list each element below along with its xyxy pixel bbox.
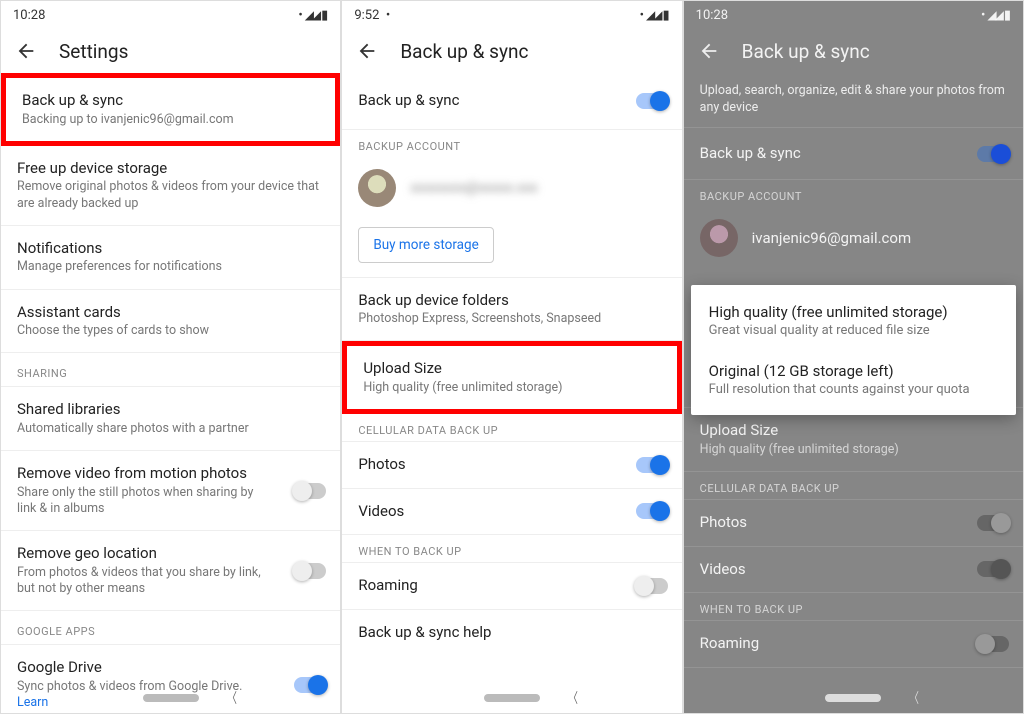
settings-item-assistant-cards[interactable]: Assistant cards Choose the types of card… [1, 290, 340, 354]
toggle-cellular-photos[interactable] [636, 457, 668, 473]
toggle-motion-photos[interactable] [294, 483, 326, 499]
battery-icon: ▮ [321, 8, 328, 23]
row-roaming[interactable]: Roaming [342, 562, 681, 610]
status-bar: 10:28 • ◢◢ ▮ [684, 1, 1023, 29]
android-navbar: 〈 [342, 683, 681, 713]
option-high-quality[interactable]: High quality (free unlimited storage) [691, 291, 1016, 323]
account-email-blurred: xxxxxxxx@xxxxx.xxx [410, 180, 537, 196]
intro-text: Upload, search, organize, edit & share y… [684, 73, 1023, 128]
battery-icon: ▮ [1004, 8, 1011, 23]
row-device-folders[interactable]: Back up device folders Photoshop Express… [342, 277, 681, 342]
android-navbar: 〈 [1, 683, 340, 713]
buy-more-storage-button[interactable]: Buy more storage [358, 227, 493, 263]
row-cellular-photos[interactable]: Photos [342, 441, 681, 489]
page-title: Back up & sync [400, 40, 528, 63]
signal-icon: ◢◢ [646, 8, 660, 22]
settings-item-free-up-storage[interactable]: Free up device storage Remove original p… [1, 146, 340, 226]
row-cellular-videos: Videos [684, 547, 1023, 594]
back-arrow-icon[interactable] [698, 40, 720, 62]
toggle-cellular-photos [977, 515, 1009, 531]
section-cellular: CELLULAR DATA BACK UP [684, 472, 1023, 499]
back-arrow-icon[interactable] [356, 40, 378, 62]
nav-back-icon[interactable]: 〈 [568, 688, 578, 708]
settings-item-notifications[interactable]: Notifications Manage preferences for not… [1, 226, 340, 290]
status-bar: 9:52 • • ◢◢ ▮ [342, 1, 681, 29]
page-title: Back up & sync [742, 40, 870, 63]
section-backup-account: BACKUP ACCOUNT [342, 130, 681, 157]
toggle-backup-sync [977, 146, 1009, 162]
screen-upload-size-dialog: 10:28 • ◢◢ ▮ Back up & sync Upload, sear… [683, 0, 1024, 714]
nav-back-icon[interactable]: 〈 [227, 688, 237, 708]
nav-home-pill[interactable] [484, 694, 540, 702]
row-account: ivanjenic96@gmail.com [684, 207, 1023, 269]
header: Back up & sync [684, 29, 1023, 73]
header: Back up & sync [342, 29, 681, 73]
header: Settings [1, 29, 340, 73]
toggle-geo-location[interactable] [294, 563, 326, 579]
android-navbar: 〈 [684, 683, 1023, 713]
row-cellular-photos: Photos [684, 499, 1023, 547]
row-account[interactable]: xxxxxxxx@xxxxx.xxx [342, 157, 681, 219]
nav-home-pill[interactable] [825, 694, 881, 702]
section-google-apps: GOOGLE APPS [1, 611, 340, 644]
back-arrow-icon[interactable] [15, 40, 37, 62]
status-bar: 10:28 • ◢◢ ▮ [1, 1, 340, 29]
screen-backup-sync: 9:52 • • ◢◢ ▮ Back up & sync Back up & s… [341, 0, 682, 714]
status-time: 9:52 [354, 8, 379, 23]
section-cellular: CELLULAR DATA BACK UP [342, 414, 681, 441]
option-original[interactable]: Original (12 GB storage left) [691, 350, 1016, 382]
row-backup-sync-toggle: Back up & sync [684, 128, 1023, 181]
avatar-icon [358, 169, 396, 207]
row-backup-sync-toggle[interactable]: Back up & sync [342, 73, 681, 130]
toggle-backup-sync[interactable] [636, 93, 668, 109]
row-backup-help[interactable]: Back up & sync help [342, 610, 681, 656]
section-when-backup: WHEN TO BACK UP [684, 593, 1023, 620]
nav-home-pill[interactable] [143, 694, 199, 702]
toggle-roaming[interactable] [636, 578, 668, 594]
section-backup-account: BACKUP ACCOUNT [684, 180, 1023, 207]
row-upload-size[interactable]: Upload Size High quality (free unlimited… [342, 341, 681, 414]
section-sharing: SHARING [1, 353, 340, 386]
nav-back-icon[interactable]: 〈 [909, 688, 919, 708]
upload-size-modal: High quality (free unlimited storage) Gr… [691, 285, 1016, 415]
avatar-icon [700, 219, 738, 257]
toggle-cellular-videos[interactable] [636, 503, 668, 519]
status-time: 10:28 [696, 8, 728, 23]
status-time: 10:28 [13, 8, 45, 23]
screen-settings: 10:28 • ◢◢ ▮ Settings Back up & sync Bac… [0, 0, 341, 714]
signal-icon: ◢◢ [987, 8, 1001, 22]
account-email: ivanjenic96@gmail.com [752, 229, 911, 249]
toggle-cellular-videos [977, 561, 1009, 577]
settings-item-remove-video-motion[interactable]: Remove video from motion photos Share on… [1, 451, 340, 531]
signal-icon: ◢◢ [305, 8, 319, 22]
settings-item-remove-geo[interactable]: Remove geo location From photos & videos… [1, 531, 340, 611]
row-cellular-videos[interactable]: Videos [342, 489, 681, 536]
section-when-backup: WHEN TO BACK UP [342, 535, 681, 562]
settings-item-shared-libraries[interactable]: Shared libraries Automatically share pho… [1, 386, 340, 451]
row-roaming: Roaming [684, 620, 1023, 668]
row-upload-size: Upload Size High quality (free unlimited… [684, 407, 1023, 472]
settings-item-backup-sync[interactable]: Back up & sync Backing up to ivanjenic96… [1, 73, 340, 146]
toggle-roaming [977, 636, 1009, 652]
page-title: Settings [59, 40, 128, 63]
battery-icon: ▮ [663, 8, 670, 23]
